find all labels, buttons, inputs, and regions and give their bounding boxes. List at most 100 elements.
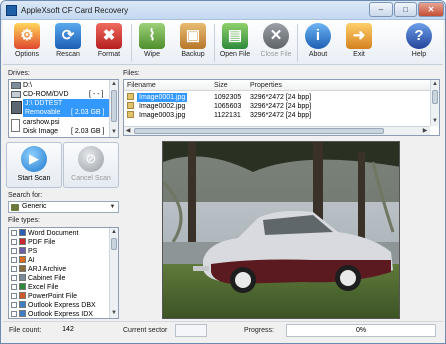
files-hscrollbar[interactable]: ◀ ▶ [124, 126, 430, 135]
scroll-down-icon[interactable]: ▼ [431, 117, 439, 125]
progress-label: Progress: [244, 327, 274, 334]
scroll-thumb[interactable] [134, 128, 384, 134]
checkbox[interactable] [11, 311, 17, 317]
file-type-item[interactable]: ARJ Archive [11, 265, 66, 274]
file-type-icon [19, 274, 26, 281]
files-vscrollbar[interactable]: ▲ ▼ [430, 80, 439, 126]
status-bar: File count: 142 Current sector Progress:… [3, 321, 443, 343]
open-file-button[interactable]: ▤ Open File [215, 22, 255, 64]
drive-item[interactable]: D:\ [11, 81, 32, 90]
backup-label: Backup [181, 51, 205, 58]
drive-item-selected[interactable]: J:\ DDTEST Removable [ 2.03 GB ] [23, 99, 109, 117]
close-file-button[interactable]: ✕ Close File [256, 22, 296, 64]
image-preview [162, 141, 400, 319]
start-scan-label: Start Scan [17, 175, 51, 182]
rescan-label: Rescan [56, 51, 80, 58]
search-type-select[interactable]: Generic ▼ [8, 201, 119, 213]
table-row[interactable]: Image0003.jpg 1122131 3296*2472 [24 bpp] [124, 111, 430, 120]
files-table[interactable]: Filename Size Properties Image0001.jpg 1… [123, 79, 440, 136]
table-row[interactable]: Image0002.jpg 1065603 3296*2472 [24 bpp] [124, 102, 430, 111]
scroll-up-icon[interactable]: ▲ [110, 80, 118, 88]
drive-item[interactable]: CD-ROM/DVD [ - - ] [11, 90, 103, 99]
scroll-right-icon[interactable]: ▶ [421, 127, 429, 135]
checkbox[interactable] [11, 293, 17, 299]
file-type-icon [19, 283, 26, 290]
start-scan-button[interactable]: ▶ Start Scan [6, 142, 62, 188]
close-window-button[interactable]: ✕ [418, 2, 444, 17]
file-type-icon [19, 247, 26, 254]
backup-button[interactable]: ▣ Backup [173, 22, 213, 64]
app-window: AppleXsoft CF Card Recovery – □ ✕ ⚙ Opti… [0, 0, 446, 344]
minimize-button[interactable]: – [369, 2, 393, 17]
wipe-button[interactable]: ⌇ Wipe [132, 22, 172, 64]
cancel-scan-button[interactable]: ⊘ Cancel Scan [63, 142, 119, 188]
file-type-item[interactable]: Cabinet File [11, 274, 65, 283]
file-type-label: Excel File [28, 284, 59, 291]
help-button[interactable]: ? Help [399, 22, 439, 64]
backup-icon: ▣ [180, 23, 206, 49]
scroll-thumb[interactable] [432, 90, 438, 104]
drive-icon [11, 81, 21, 89]
progress-text: 0% [355, 327, 367, 334]
drives-list[interactable]: D:\ CD-ROM/DVD [ - - ] J:\ DDTEST Remova… [8, 79, 119, 138]
scroll-thumb[interactable] [111, 90, 117, 122]
file-icon [127, 111, 136, 120]
drives-scrollbar[interactable]: ▲ ▼ [109, 80, 118, 137]
file-types-scrollbar[interactable]: ▲ ▼ [109, 228, 118, 318]
scroll-thumb[interactable] [111, 238, 117, 250]
format-button[interactable]: ✖ Format [89, 22, 129, 64]
checkbox[interactable] [11, 230, 17, 236]
cancel-scan-label: Cancel Scan [71, 175, 111, 182]
file-type-item[interactable]: Outlook Express DBX [11, 301, 96, 310]
exit-button[interactable]: ➜ Exit [339, 22, 379, 64]
disk-image-icon [11, 119, 20, 132]
column-properties[interactable]: Properties [247, 80, 430, 91]
broom-icon: ⌇ [139, 23, 165, 49]
file-type-item[interactable]: Word Document [11, 229, 78, 238]
rescan-icon: ⟳ [55, 23, 81, 49]
checkbox[interactable] [11, 239, 17, 245]
about-label: About [308, 51, 328, 58]
table-row[interactable]: Image0001.jpg 1092305 3296*2472 [24 bpp] [124, 93, 430, 102]
file-type-item[interactable]: Excel File [11, 283, 58, 292]
scroll-left-icon[interactable]: ◀ [124, 127, 132, 135]
options-button[interactable]: ⚙ Options [7, 22, 47, 64]
scroll-up-icon[interactable]: ▲ [431, 80, 439, 88]
about-button[interactable]: i About [298, 22, 338, 64]
current-sector-value [175, 324, 207, 337]
scroll-down-icon[interactable]: ▼ [110, 309, 118, 317]
chevron-down-icon[interactable]: ▼ [108, 203, 117, 211]
file-type-item[interactable]: PS [11, 247, 37, 256]
file-type-item[interactable]: PDF File [11, 238, 55, 247]
file-icon [127, 93, 136, 102]
file-type-item[interactable]: PowerPoint File [11, 292, 77, 301]
file-icon [127, 102, 136, 111]
rescan-button[interactable]: ⟳ Rescan [48, 22, 88, 64]
scroll-down-icon[interactable]: ▼ [110, 128, 118, 136]
filename-cell: Image0002.jpg [139, 103, 186, 110]
column-size[interactable]: Size [211, 80, 247, 91]
file-type-item[interactable]: Outlook Express IDX [11, 310, 93, 318]
filename-cell: Image0003.jpg [139, 112, 186, 119]
file-types-list[interactable]: Word Document PDF File PS AI ARJ Archive Cabi… [8, 227, 119, 319]
column-filename[interactable]: Filename [124, 80, 211, 91]
open-file-icon: ▤ [222, 23, 248, 49]
cancel-icon: ⊘ [78, 146, 104, 172]
drive-item[interactable]: Disk Image [23, 127, 58, 136]
checkbox[interactable] [11, 284, 17, 290]
checkbox[interactable] [11, 248, 17, 254]
scroll-up-icon[interactable]: ▲ [110, 228, 118, 236]
current-sector-label: Current sector [123, 327, 168, 334]
checkbox[interactable] [11, 257, 17, 263]
maximize-button[interactable]: □ [394, 2, 417, 17]
app-icon [6, 5, 17, 16]
close-file-label: Close File [260, 51, 292, 58]
checkbox[interactable] [11, 302, 17, 308]
file-type-item[interactable]: AI [11, 256, 35, 265]
properties-cell: 3296*2472 [24 bpp] [250, 94, 312, 101]
checkbox[interactable] [11, 266, 17, 272]
file-type-label: Outlook Express IDX [28, 311, 93, 318]
drive-item[interactable]: carshow.psi [23, 118, 60, 127]
checkbox[interactable] [11, 275, 17, 281]
progress-bar: 0% [286, 324, 436, 337]
